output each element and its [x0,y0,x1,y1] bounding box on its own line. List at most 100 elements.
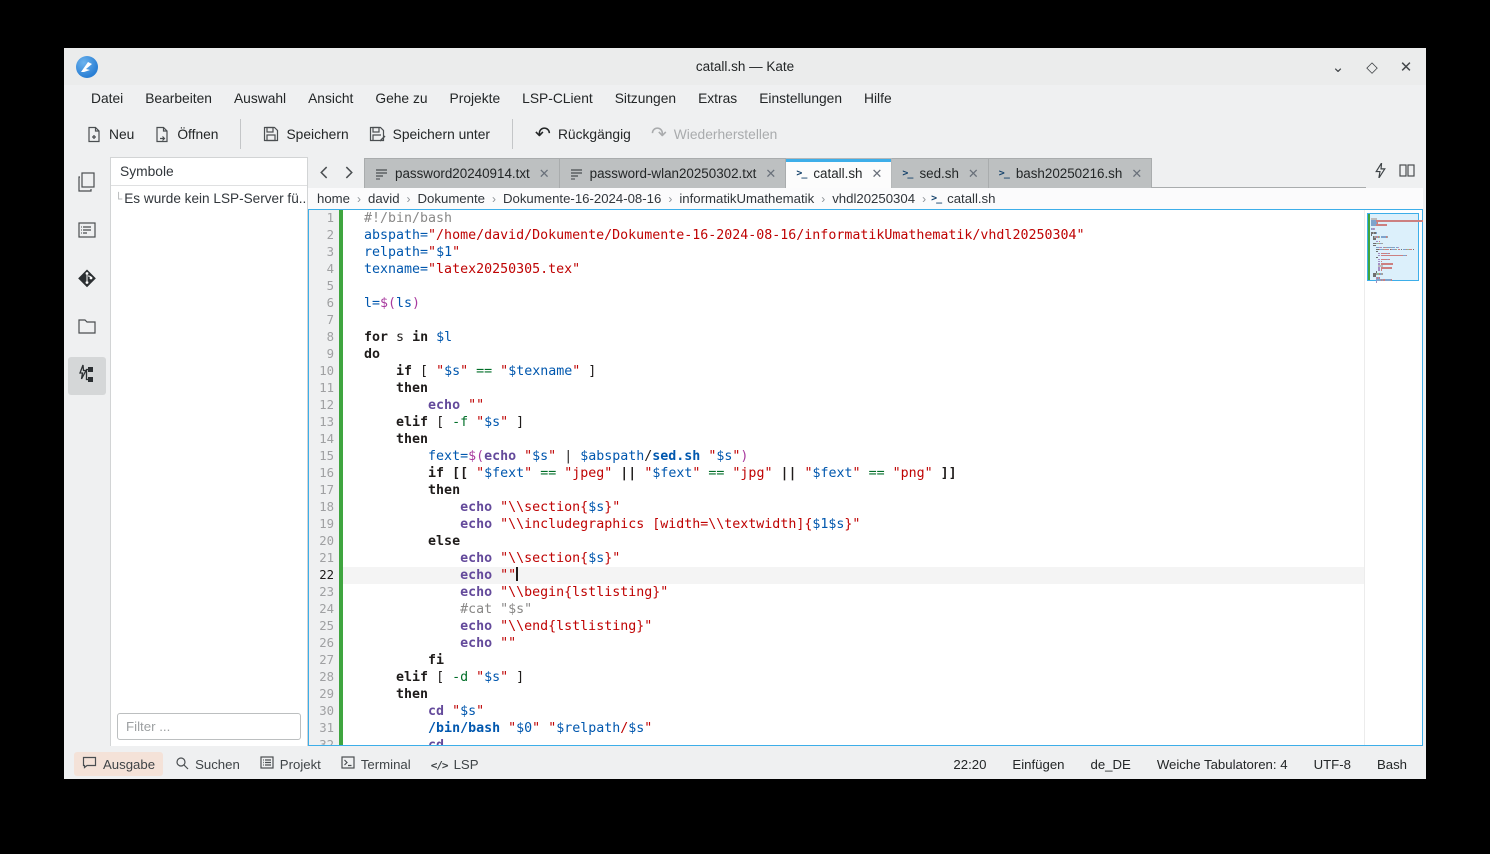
code-line[interactable]: 4 texname="latex20250305.tex" [309,261,1364,278]
menu-einstellungen[interactable]: Einstellungen [748,88,853,109]
menu-sitzungen[interactable]: Sitzungen [604,88,687,109]
documents-icon [75,170,99,199]
code-line[interactable]: 9 do [309,346,1364,363]
code-line[interactable]: 19 echo "\\includegraphics [width=\\text… [309,516,1364,533]
encoding[interactable]: UTF-8 [1305,754,1360,775]
syntax-mode[interactable]: Bash [1368,754,1416,775]
code-line[interactable]: 18 echo "\\section{$s}" [309,499,1364,516]
breadcrumb-file[interactable]: >_ catall.sh [931,191,995,206]
code-line[interactable]: 6 l=$(ls) [309,295,1364,312]
code-line[interactable]: 23 echo "\\begin{lstlisting}" [309,584,1364,601]
code-line[interactable]: 30 cd "$s" [309,703,1364,720]
code-line[interactable]: 15 fext=$(echo "$s" | $abspath/sed.sh "$… [309,448,1364,465]
output-button[interactable]: Ausgabe [74,752,164,776]
history-back-button[interactable] [312,161,336,185]
editor-view[interactable]: 1 #!/bin/bash 2 abspath="/home/david/Dokume… [308,209,1424,746]
breadcrumb-segment[interactable]: Dokumente [416,191,487,206]
code-line[interactable]: 21 echo "\\section{$s}" [309,550,1364,567]
code-line[interactable]: 32 cd [309,737,1364,745]
tab-close-icon[interactable]: ✕ [968,166,979,182]
code-line-text: #cat "$s" [460,602,533,617]
tab-sed.sh[interactable]: >_ sed.sh ✕ [892,158,989,188]
quick-open-lightning-icon[interactable] [1374,162,1387,183]
tab-close-icon[interactable]: ✕ [765,166,776,182]
tab-bash20250216.sh[interactable]: >_ bash20250216.sh ✕ [988,158,1153,188]
code-line[interactable]: 27 fi [309,652,1364,669]
menu-extras[interactable]: Extras [687,88,748,109]
breadcrumb-segment[interactable]: informatikUmathematik [677,191,816,206]
tab-close-icon[interactable]: ✕ [871,166,882,182]
code-line[interactable]: 3 relpath="$1" [309,244,1364,261]
code-line[interactable]: 13 elif [ -f "$s" ] [309,414,1364,431]
code-line[interactable]: 8 for s in $l [309,329,1364,346]
menu-hilfe[interactable]: Hilfe [853,88,903,109]
breadcrumb-segment[interactable]: Dokumente-16-2024-08-16 [501,191,663,206]
dictionary[interactable]: de_DE [1081,754,1139,775]
save-icon [263,126,279,142]
search-button[interactable]: Suchen [167,752,248,777]
code-line[interactable]: 25 echo "\\end{lstlisting}" [309,618,1364,635]
breadcrumb-segment[interactable]: home [315,191,352,206]
cursor-position[interactable]: 22:20 [944,754,995,775]
minimap-viewport[interactable] [1367,213,1424,283]
code-line[interactable]: 22 echo "" [309,567,1364,584]
code-line[interactable]: 5 [309,278,1364,295]
minimap-scrollbar[interactable] [1364,210,1424,745]
code-line[interactable]: 10 if [ "$s" == "$texname" ] [309,363,1364,380]
code-area[interactable]: 1 #!/bin/bash 2 abspath="/home/david/Dokume… [309,210,1364,745]
lsp-symbols-tool-button[interactable] [68,357,106,395]
code-line[interactable]: 2 abspath="/home/david/Dokumente/Dokument… [309,227,1364,244]
maximize-button[interactable]: ◇ [1362,57,1382,77]
tab-catall.sh[interactable]: >_ catall.sh ✕ [786,158,893,188]
code-line[interactable]: 1 #!/bin/bash [309,210,1364,227]
menu-auswahl[interactable]: Auswahl [223,88,297,109]
tab-password20240914.txt[interactable]: password20240914.txt ✕ [364,158,560,188]
folder-tool-button[interactable] [68,309,106,347]
breadcrumb-segment[interactable]: vhdl20250304 [830,191,917,206]
terminal-button[interactable]: Terminal [333,752,419,776]
speichern-button[interactable]: Speichern [253,120,358,148]
tab-close-icon[interactable]: ✕ [539,166,550,182]
lsp-server-message[interactable]: └ Es wurde kein LSP-Server fü... [111,191,307,206]
titlebar[interactable]: catall.sh — Kate ⌄ ◇ ✕ [64,48,1426,85]
tab-password-wlan20250302.txt[interactable]: password-wlan20250302.txt ✕ [559,158,787,188]
menu-lsp-client[interactable]: LSP-CLient [511,88,604,109]
code-line[interactable]: 28 elif [ -d "$s" ] [309,669,1364,686]
menu-gehe-zu[interactable]: Gehe zu [364,88,438,109]
split-view-icon[interactable] [1399,163,1415,182]
code-line[interactable]: 31 /bin/bash "$0" "$relpath/$s" [309,720,1364,737]
insert-mode[interactable]: Einfügen [1003,754,1073,775]
code-line[interactable]: 24 #cat "$s" [309,601,1364,618]
menu-datei[interactable]: Datei [80,88,134,109]
menu-projekte[interactable]: Projekte [439,88,512,109]
öffnen-button[interactable]: Öffnen [144,120,228,149]
code-line[interactable]: 14 then [309,431,1364,448]
documents-tool-button[interactable] [68,165,106,203]
code-line[interactable]: 7 [309,312,1364,329]
code-line[interactable]: 16 if [[ "$fext" == "jpeg" || "$fext" ==… [309,465,1364,482]
wiederherstellen-button[interactable]: ↷ Wiederherstellen [641,120,787,148]
code-line[interactable]: 11 then [309,380,1364,397]
rückgängig-button[interactable]: ↶ Rückgängig [525,120,641,148]
tab-mode[interactable]: Weiche Tabulatoren: 4 [1148,754,1297,775]
breadcrumb-segment[interactable]: david [366,191,402,206]
code-line[interactable]: 29 then [309,686,1364,703]
menu-ansicht[interactable]: Ansicht [297,88,364,109]
code-line[interactable]: 17 then [309,482,1364,499]
lsp-button[interactable]: </> LSP [423,753,487,776]
symbols-filter-input[interactable] [117,713,301,740]
code-line[interactable]: 20 else [309,533,1364,550]
tab-close-icon[interactable]: ✕ [1131,166,1142,182]
close-button[interactable]: ✕ [1396,57,1416,77]
minimize-button[interactable]: ⌄ [1328,57,1348,77]
project-button[interactable]: Projekt [252,752,329,776]
list-view-tool-button[interactable] [68,213,106,251]
menu-bearbeiten[interactable]: Bearbeiten [134,88,223,109]
git-tool-button[interactable] [68,261,106,299]
neu-button[interactable]: Neu [76,120,144,149]
speichern-unter-button[interactable]: Speichern unter [359,120,500,148]
code-line[interactable]: 26 echo "" [309,635,1364,652]
line-number: 31 [309,720,339,737]
history-forward-button[interactable] [336,161,360,185]
code-line[interactable]: 12 echo "" [309,397,1364,414]
